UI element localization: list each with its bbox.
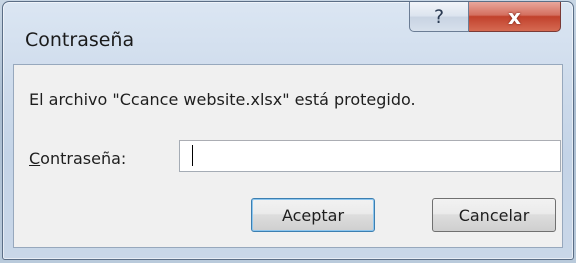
help-button[interactable]: ? [409, 2, 469, 32]
title-bar[interactable]: Contraseña ? x [3, 2, 573, 64]
password-label: Contraseña: [29, 149, 126, 168]
close-button[interactable]: x [469, 2, 561, 32]
text-caret [192, 145, 193, 166]
dialog-body: El archivo "Ccance website.xlsx" está pr… [13, 64, 563, 248]
accept-button[interactable]: Aceptar [251, 198, 375, 232]
password-input[interactable] [179, 140, 561, 172]
password-dialog: Contraseña ? x El archivo "Ccance websit… [2, 1, 574, 260]
dialog-title: Contraseña [25, 29, 135, 51]
protected-file-message: El archivo "Ccance website.xlsx" está pr… [29, 90, 416, 109]
caption-buttons: ? x [409, 2, 561, 32]
help-icon: ? [433, 5, 445, 28]
cancel-button[interactable]: Cancelar [432, 198, 556, 232]
password-label-text: ontraseña: [40, 149, 127, 168]
password-label-mnemonic: C [29, 149, 41, 168]
close-icon: x [508, 4, 521, 29]
